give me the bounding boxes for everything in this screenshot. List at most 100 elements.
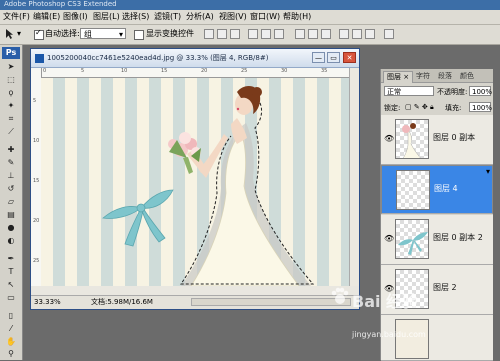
align-hcenter-icon[interactable] (261, 29, 271, 39)
zoom-tool-icon[interactable]: ⚲ (4, 349, 18, 359)
healing-tool-icon[interactable]: ✚ (4, 145, 18, 155)
lock-icons[interactable]: ▢ ✎ ✥ 🔒︎ (405, 103, 434, 112)
align-vcenter-icon[interactable] (217, 29, 227, 39)
tab-color[interactable]: 颜色 (457, 71, 477, 82)
tab-layers[interactable]: 图层 × (383, 71, 414, 83)
layer-row[interactable]: 👁︎ 图层 0 副本 2 (381, 215, 493, 265)
path-select-tool-icon[interactable]: ↖ (4, 280, 18, 290)
menu-view[interactable]: 视图(V) (219, 11, 247, 23)
vertical-scrollbar[interactable] (349, 68, 359, 286)
auto-select-dropdown[interactable]: 组 (80, 28, 126, 40)
eye-icon[interactable]: 👁︎ (384, 135, 394, 143)
ruler-tick-label: 20 (201, 68, 208, 74)
eye-icon[interactable]: 👁︎ (384, 235, 394, 243)
layers-panel: 图层 × 字符 段落 颜色 正常 不透明度: 100% 锁定: ▢ ✎ ✥ 🔒︎… (380, 69, 493, 361)
fill-label: 填充: (445, 104, 462, 112)
horizontal-scrollbar[interactable] (191, 298, 351, 306)
auto-select-checkbox[interactable] (34, 28, 44, 40)
hand-tool-icon[interactable]: ✋ (4, 337, 18, 347)
menu-filter[interactable]: 滤镜(T) (154, 11, 181, 23)
type-tool-icon[interactable]: T (4, 267, 18, 277)
ruler-tick-label: 10 (121, 68, 128, 74)
tool-preset-arrow[interactable]: ▾ (17, 29, 21, 39)
shape-tool-icon[interactable]: ▭ (4, 293, 18, 303)
crop-tool-icon[interactable]: ⌗ (4, 114, 18, 124)
tab-paragraph[interactable]: 段落 (435, 71, 455, 82)
dodge-tool-icon[interactable]: ◐ (4, 236, 18, 246)
pen-tool-icon[interactable]: ✒ (4, 254, 18, 264)
lasso-tool-icon[interactable]: ϙ (4, 88, 18, 98)
layer-thumbnail (396, 170, 430, 210)
image-canvas[interactable] (41, 78, 349, 286)
brush-tool-icon[interactable]: ✎ (4, 158, 18, 168)
layer-name[interactable]: 图层 0 副本 2 (433, 233, 483, 243)
lock-label: 锁定: (384, 104, 401, 112)
menu-select[interactable]: 选择(S) (122, 11, 149, 23)
watermark-url: jingyan.baidu.com (352, 330, 426, 339)
document-title-bar[interactable]: 1005200040cc7461e5240ead4d.jpg @ 33.3% (… (31, 49, 359, 68)
lock-row: 锁定: ▢ ✎ ✥ 🔒︎ 填充: 100% (381, 100, 493, 114)
ruler-horizontal[interactable]: 0 5 10 15 20 25 30 35 (41, 68, 349, 78)
notes-tool-icon[interactable]: ▯ (4, 311, 18, 321)
menu-layer[interactable]: 图层(L) (93, 11, 120, 23)
ruler-tick-label: 25 (33, 258, 40, 264)
distribute-top-icon[interactable] (295, 29, 305, 39)
blur-tool-icon[interactable]: ● (4, 223, 18, 233)
toolbox: Ps ➤ ⬚ ϙ ✦ ⌗ ⟋ ✚ ✎ ⊥ ↺ ▱ ▤ ● ◐ ✒ T ↖ ▭ ▯… (0, 45, 23, 360)
gradient-tool-icon[interactable]: ▤ (4, 210, 18, 220)
document-window[interactable]: 1005200040cc7461e5240ead4d.jpg @ 33.3% (… (30, 48, 360, 310)
move-tool-icon[interactable] (4, 28, 16, 40)
layer-name[interactable]: 图层 2 (433, 283, 457, 293)
tab-character[interactable]: 字符 (413, 71, 433, 82)
menu-edit[interactable]: 编辑(E) (33, 11, 60, 23)
menu-analysis[interactable]: 分析(A) (186, 11, 214, 23)
distribute-hcenter-icon[interactable] (352, 29, 362, 39)
magic-wand-tool-icon[interactable]: ✦ (4, 101, 18, 111)
slice-tool-icon[interactable]: ⟋ (4, 127, 18, 137)
menu-window[interactable]: 窗口(W) (250, 11, 280, 23)
auto-select-label: 自动选择: (45, 29, 80, 38)
align-right-icon[interactable] (274, 29, 284, 39)
auto-align-icon[interactable] (384, 29, 394, 39)
ruler-tick-label: 15 (161, 68, 168, 74)
ruler-tick-label: 5 (81, 68, 85, 74)
close-button[interactable]: ✕ (343, 52, 356, 63)
ruler-tick-label: 15 (33, 178, 40, 184)
layer-name[interactable]: 图层 4 (434, 184, 458, 194)
ruler-tick-label: 30 (281, 68, 288, 74)
opacity-label: 不透明度: (437, 88, 468, 96)
distribute-vcenter-icon[interactable] (308, 29, 318, 39)
layer-row[interactable]: 👁︎ 图层 0 副本 (381, 115, 493, 165)
baidu-paw-logo (331, 287, 349, 304)
marquee-tool-icon[interactable]: ⬚ (4, 75, 18, 85)
eyedropper-tool-icon[interactable]: ⁄ (4, 324, 18, 334)
distribute-bottom-icon[interactable] (321, 29, 331, 39)
layer-name[interactable]: 图层 0 副本 (433, 133, 475, 143)
menu-bar: 文件(F) 编辑(E) 图像(I) 图层(L) 选择(S) 滤镜(T) 分析(A… (0, 10, 500, 25)
menu-help[interactable]: 帮助(H) (283, 11, 311, 23)
fill-input[interactable]: 100% (469, 102, 492, 112)
distribute-right-icon[interactable] (365, 29, 375, 39)
align-bottom-icon[interactable] (230, 29, 240, 39)
zoom-level[interactable]: 33.33% (34, 297, 64, 307)
minimize-button[interactable]: — (312, 52, 325, 63)
ruler-tick-label: 0 (43, 68, 47, 74)
move-tool-icon[interactable]: ➤ (4, 62, 18, 72)
show-transform-checkbox[interactable] (134, 30, 144, 40)
distribute-left-icon[interactable] (339, 29, 349, 39)
document-size[interactable]: 文档:5.98M/16.6M (91, 297, 153, 307)
history-brush-tool-icon[interactable]: ↺ (4, 184, 18, 194)
eraser-tool-icon[interactable]: ▱ (4, 197, 18, 207)
menu-file[interactable]: 文件(F) (3, 11, 30, 23)
options-bar: ▾ 自动选择: 组 显示变换控件 (0, 25, 500, 45)
maximize-button[interactable]: ▭ (327, 52, 340, 63)
ruler-tick-label: 20 (33, 218, 40, 224)
align-left-icon[interactable] (248, 29, 258, 39)
align-top-icon[interactable] (204, 29, 214, 39)
layer-row-selected[interactable]: 图层 4 (381, 165, 493, 214)
stamp-tool-icon[interactable]: ⊥ (4, 171, 18, 181)
menu-image[interactable]: 图像(I) (63, 11, 88, 23)
app-title-bar: Adobe Photoshop CS3 Extended (0, 0, 500, 10)
blend-mode-select[interactable]: 正常 (384, 86, 434, 96)
opacity-input[interactable]: 100% (469, 86, 492, 96)
